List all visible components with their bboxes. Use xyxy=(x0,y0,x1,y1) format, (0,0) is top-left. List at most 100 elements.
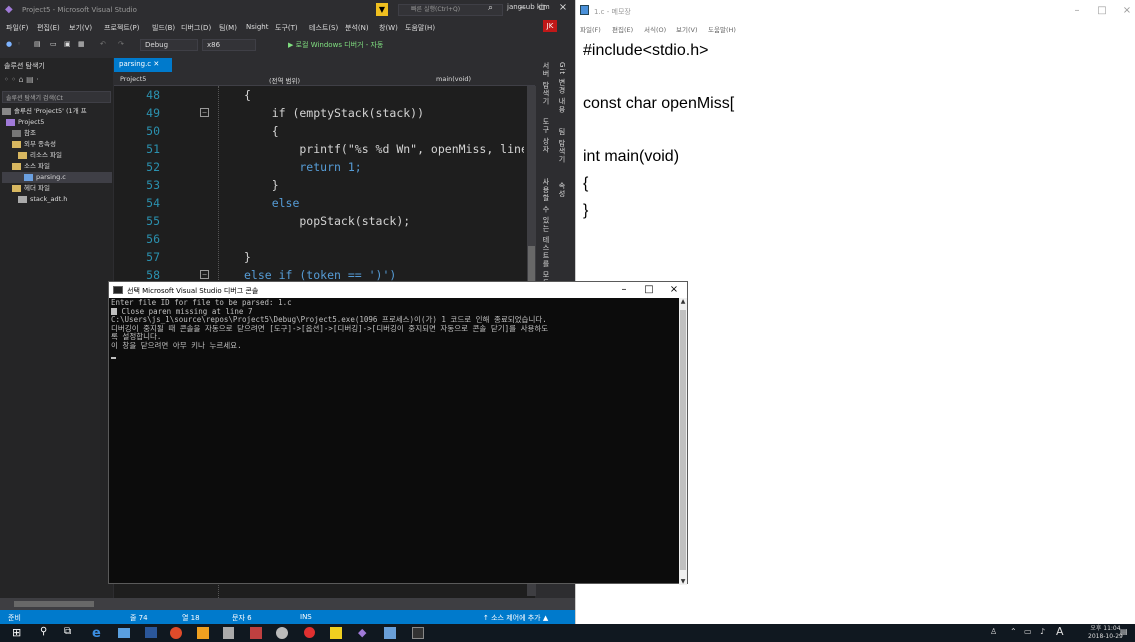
side-tab-toolbox[interactable]: 도구 상자 xyxy=(541,118,551,158)
menu-debug[interactable]: 디버그(D) xyxy=(181,23,211,33)
menu-view[interactable]: 보기(V) xyxy=(69,23,92,33)
side-tab-properties[interactable]: 속성 xyxy=(557,182,567,212)
minimize-icon[interactable]: – xyxy=(614,284,634,295)
forward-icon[interactable]: ◦ xyxy=(17,40,21,48)
tree-references[interactable]: 참조 xyxy=(2,128,112,139)
tree-parsing-c[interactable]: parsing.c xyxy=(2,172,112,183)
redo-icon[interactable]: ↷ xyxy=(118,40,124,48)
minimize-icon[interactable]: – xyxy=(1069,5,1085,16)
menu-test[interactable]: 테스트(S) xyxy=(309,23,338,33)
menu-file[interactable]: 파일(F) xyxy=(6,23,28,33)
menu-edit[interactable]: 편집(E) xyxy=(612,24,633,34)
maximize-icon[interactable]: □ xyxy=(639,284,659,295)
side-tab-git-changes[interactable]: Git 변경 내용 xyxy=(557,62,567,122)
console-icon[interactable] xyxy=(412,627,424,639)
menu-help[interactable]: 도움말(H) xyxy=(708,24,736,34)
menu-view[interactable]: 보기(V) xyxy=(676,24,697,34)
menu-format[interactable]: 서식(O) xyxy=(644,24,666,34)
app-icon[interactable] xyxy=(250,627,262,639)
undo-icon[interactable]: ↶ xyxy=(100,40,106,48)
save-all-icon[interactable]: ▦ xyxy=(78,40,85,48)
menu-analyze[interactable]: 분석(N) xyxy=(345,23,369,33)
menu-team[interactable]: 팀(M) xyxy=(219,23,237,33)
app-icon[interactable] xyxy=(276,627,288,639)
kakaotalk-icon[interactable] xyxy=(330,627,342,639)
people-icon[interactable]: ♙ xyxy=(990,627,997,636)
tab-parsing-c[interactable]: parsing.c ✕ xyxy=(114,58,172,72)
nav-project-dropdown[interactable]: Project5 xyxy=(120,75,146,83)
tree-external-deps[interactable]: 외부 종속성 xyxy=(2,139,112,150)
task-view-icon[interactable]: ⧉ xyxy=(64,626,79,640)
tray-expand-icon[interactable]: ⌃ xyxy=(1010,627,1017,636)
code-line: 48{ xyxy=(146,88,251,102)
notification-filter-icon[interactable]: ▼ xyxy=(376,3,388,16)
close-icon[interactable]: × xyxy=(1119,5,1135,16)
scroll-down-icon[interactable]: ▼ xyxy=(679,578,687,585)
edge-browser-icon[interactable]: e xyxy=(92,626,107,641)
account-avatar[interactable]: JK xyxy=(543,20,557,32)
tree-solution[interactable]: 솔루션 'Project5' (1개 프 xyxy=(2,106,112,117)
scroll-up-icon[interactable]: ▲ xyxy=(679,298,687,305)
fold-toggle-icon[interactable]: − xyxy=(200,270,209,279)
source-control-button[interactable]: ↑ 소스 제어에 추가 ▲ xyxy=(483,613,548,623)
menu-tools[interactable]: 도구(T) xyxy=(275,23,298,33)
console-output[interactable]: Enter file ID for file to be parsed: 1.c… xyxy=(109,298,679,585)
side-tab-team-explorer[interactable]: 팀 탐색기 xyxy=(557,128,567,178)
app-icon[interactable] xyxy=(304,627,315,638)
menu-build[interactable]: 빌드(B) xyxy=(152,23,175,33)
save-icon[interactable]: ▣ xyxy=(64,40,71,48)
fold-toggle-icon[interactable]: − xyxy=(200,108,209,117)
notepad-text-area[interactable]: #include<stdio.h> const char openMiss[ i… xyxy=(583,38,1123,224)
network-icon[interactable]: ▭ xyxy=(1024,627,1032,636)
solution-search-input[interactable]: 솔루션 탐색기 검색(Ct xyxy=(2,91,111,103)
solution-toolbar-icons[interactable]: ◦ ◦ ⌂ ▤ · xyxy=(4,75,39,84)
nav-scope-dropdown[interactable]: (전역 범위) xyxy=(269,75,300,85)
volume-icon[interactable]: ♪ xyxy=(1040,627,1045,636)
new-project-icon[interactable]: ▤ xyxy=(34,40,41,48)
maximize-icon[interactable]: □ xyxy=(1094,5,1110,16)
menu-help[interactable]: 도움말(H) xyxy=(405,23,435,33)
console-scrollbar[interactable]: ▲ ▼ xyxy=(679,298,687,585)
calculator-icon[interactable] xyxy=(223,627,234,639)
status-bar: 준비 줄 74 열 18 문자 6 INS ↑ 소스 제어에 추가 ▲ xyxy=(0,610,575,624)
open-file-icon[interactable]: ▭ xyxy=(50,40,57,48)
back-icon[interactable]: ● xyxy=(6,40,12,48)
tree-source-files[interactable]: 소스 파일 xyxy=(2,161,112,172)
app-icon[interactable] xyxy=(197,627,209,639)
notification-icon[interactable]: ▤ xyxy=(1120,627,1128,636)
code-line: 57} xyxy=(146,250,251,264)
notepad-icon[interactable] xyxy=(384,627,396,639)
platform-dropdown[interactable]: x86 xyxy=(202,39,256,51)
config-dropdown[interactable]: Debug xyxy=(140,39,198,51)
word-icon[interactable] xyxy=(145,627,157,638)
start-button-icon[interactable]: ⊞ xyxy=(12,626,27,640)
tree-stack-adt-h[interactable]: stack_adt.h xyxy=(2,194,112,205)
system-clock[interactable]: 오후 11:04 2018-10-29 xyxy=(1088,625,1123,641)
tree-resource-files[interactable]: 리소스 파일 xyxy=(2,150,112,161)
horizontal-scrollbar[interactable] xyxy=(0,598,575,610)
nav-function-dropdown[interactable]: main(void) xyxy=(436,75,471,83)
visual-studio-icon[interactable]: ◆ xyxy=(358,626,373,640)
start-debug-button[interactable]: ▶ 로컬 Windows 디버거 - 자동 xyxy=(288,40,383,50)
close-icon[interactable]: × xyxy=(664,284,684,295)
menu-file[interactable]: 파일(F) xyxy=(580,24,601,34)
scroll-thumb[interactable] xyxy=(14,601,94,607)
chrome-icon[interactable] xyxy=(170,627,182,639)
search-icon[interactable]: ⌕ xyxy=(488,3,493,13)
close-icon[interactable]: × xyxy=(556,2,570,13)
tree-project[interactable]: Project5 xyxy=(2,117,112,128)
console-line: 디버깅이 중지될 때 콘솔을 자동으로 닫으려면 [도구]->[옵션]->[디버… xyxy=(111,323,549,333)
menu-window[interactable]: 창(W) xyxy=(379,23,398,33)
input-method-indicator[interactable]: A xyxy=(1056,625,1064,638)
account-name[interactable]: jangsub kim xyxy=(507,3,550,11)
search-icon[interactable]: ⚲ xyxy=(40,626,55,640)
file-explorer-icon[interactable] xyxy=(118,628,130,638)
side-tab-server-explorer[interactable]: 서버 탐색기 xyxy=(541,62,551,112)
menu-project[interactable]: 프로젝트(P) xyxy=(104,23,139,33)
scroll-thumb[interactable] xyxy=(680,310,686,570)
menu-edit[interactable]: 편집(E) xyxy=(37,23,60,33)
vs-title-bar: ◆ Project5 - Microsoft Visual Studio ▼ 빠… xyxy=(0,0,575,20)
menu-nsight[interactable]: Nsight xyxy=(246,23,268,31)
notepad-title: 1.c - 메모장 xyxy=(594,8,631,16)
tree-header-files[interactable]: 헤더 파일 xyxy=(2,183,112,194)
